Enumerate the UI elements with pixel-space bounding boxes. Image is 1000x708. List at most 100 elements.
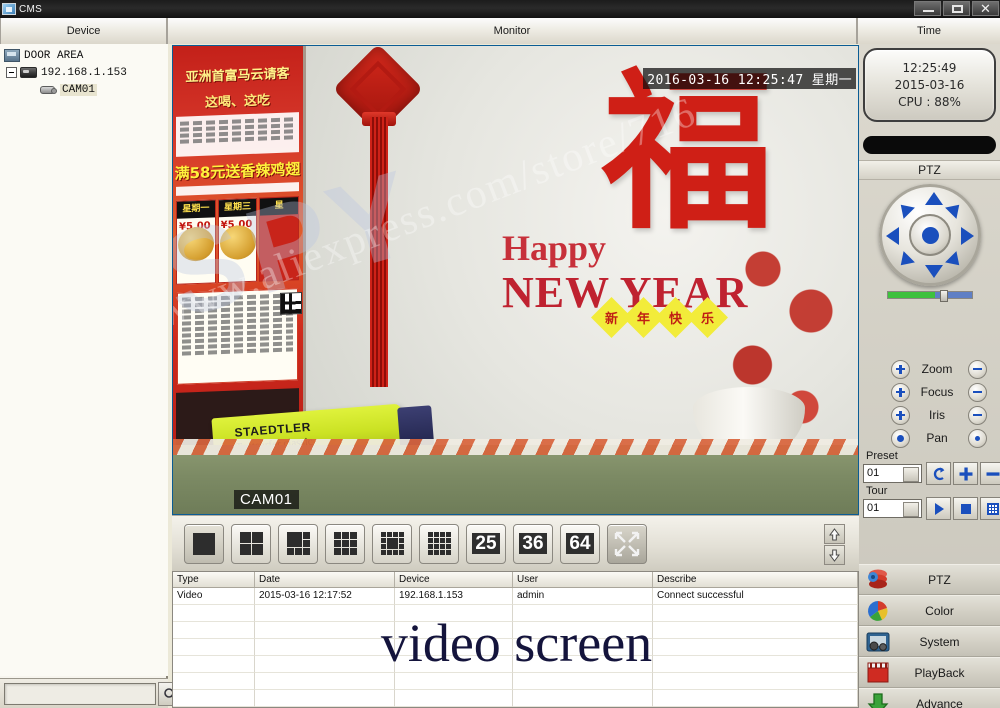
layout-button-16[interactable] bbox=[419, 523, 459, 564]
status-indicator-bar bbox=[863, 136, 996, 154]
tab-device[interactable]: Device bbox=[0, 18, 167, 44]
preset-add-button[interactable] bbox=[953, 462, 978, 485]
focus-far-button[interactable] bbox=[968, 382, 987, 402]
menu-item-playback[interactable]: PlayBack bbox=[859, 657, 1000, 688]
main-tab-strip: Device Monitor Time bbox=[0, 18, 1000, 44]
menu-item-ptz[interactable]: PTZ bbox=[859, 564, 1000, 595]
zoom-in-button[interactable] bbox=[891, 359, 910, 379]
tree-expander-icon[interactable] bbox=[6, 67, 17, 78]
ptz-speed-slider[interactable] bbox=[887, 290, 973, 302]
stop-icon bbox=[960, 503, 971, 514]
cms-application-window: CMS ✕ Device Monitor Time DOOR AREA 192.… bbox=[0, 0, 1000, 708]
clock-time: 12:25:49 bbox=[902, 60, 957, 75]
maximize-icon bbox=[952, 5, 963, 13]
tour-pattern-button[interactable] bbox=[980, 497, 1000, 520]
ptz-icon bbox=[865, 568, 891, 592]
screenshot-annotation: video screen bbox=[380, 613, 653, 673]
layout-button-13[interactable] bbox=[372, 523, 412, 564]
focus-near-button[interactable] bbox=[891, 382, 910, 402]
center-dot-icon bbox=[921, 226, 939, 244]
layout-button-1[interactable] bbox=[184, 523, 224, 564]
log-table-row[interactable]: Video 2015-03-16 12:17:52 192.168.1.153 … bbox=[173, 588, 858, 605]
event-log-table[interactable]: Type Date Device User Describe Video 201… bbox=[172, 571, 859, 708]
page-down-button[interactable] bbox=[824, 545, 845, 565]
page-up-button[interactable] bbox=[824, 524, 845, 544]
pan-start-button[interactable] bbox=[891, 428, 910, 448]
log-col-type: Type bbox=[173, 572, 255, 587]
tab-device-label: Device bbox=[66, 25, 101, 37]
tour-play-button[interactable] bbox=[926, 497, 951, 520]
ptz-up-button[interactable] bbox=[925, 192, 943, 205]
menu-item-color[interactable]: Color bbox=[859, 595, 1000, 626]
fullscreen-icon bbox=[614, 531, 640, 556]
control-panel: 12:25:49 2015-03-16 CPU : 88% PTZ Zoom F… bbox=[859, 44, 1000, 708]
device-search-input[interactable] bbox=[4, 682, 156, 705]
ptz-down-left-button[interactable] bbox=[895, 251, 915, 271]
tab-time[interactable]: Time bbox=[857, 18, 1000, 44]
ptz-center-button[interactable] bbox=[909, 214, 951, 256]
preset-goto-button[interactable] bbox=[926, 462, 951, 485]
menu-item-label: Advance bbox=[916, 696, 963, 708]
osd-channel-name: CAM01 bbox=[234, 490, 299, 509]
log-col-device: Device bbox=[395, 572, 513, 587]
zoom-out-button[interactable] bbox=[968, 359, 987, 379]
iris-open-button[interactable] bbox=[891, 405, 910, 425]
preset-value: 01 bbox=[867, 467, 880, 479]
tree-item-device[interactable]: 192.168.1.153 bbox=[2, 64, 168, 81]
clock-date: 2015-03-16 bbox=[894, 77, 965, 92]
focus-label: Focus bbox=[920, 385, 954, 399]
layout-button-36[interactable]: 36 bbox=[513, 523, 553, 564]
preset-select[interactable]: 01 bbox=[863, 464, 922, 483]
camera-icon bbox=[40, 85, 57, 94]
minus-icon bbox=[986, 471, 999, 476]
slider-handle[interactable] bbox=[940, 290, 948, 302]
log-table-header: Type Date Device User Describe bbox=[173, 572, 858, 588]
log-table-row[interactable]: ..... bbox=[173, 690, 858, 707]
iris-label: Iris bbox=[929, 408, 945, 422]
maximize-button[interactable] bbox=[943, 1, 970, 16]
ptz-up-left-button[interactable] bbox=[895, 199, 915, 219]
layout-button-fullscreen[interactable] bbox=[607, 523, 647, 564]
ptz-left-button[interactable] bbox=[886, 227, 899, 245]
log-cell-user: admin bbox=[513, 588, 653, 605]
ptz-down-button[interactable] bbox=[925, 265, 943, 278]
ptz-down-right-button[interactable] bbox=[945, 251, 965, 271]
menu-item-system[interactable]: System bbox=[859, 626, 1000, 657]
log-col-date: Date bbox=[255, 572, 395, 587]
log-cell-device: 192.168.1.153 bbox=[395, 588, 513, 605]
tour-select[interactable]: 01 bbox=[863, 499, 922, 518]
ptz-right-button[interactable] bbox=[961, 227, 974, 245]
zoom-label: Zoom bbox=[921, 362, 953, 376]
tour-stop-button[interactable] bbox=[953, 497, 978, 520]
status-clock: 12:25:49 2015-03-16 CPU : 88% bbox=[863, 48, 996, 122]
download-arrow-icon bbox=[865, 692, 891, 708]
ptz-joystick[interactable] bbox=[879, 184, 981, 286]
close-button[interactable]: ✕ bbox=[972, 1, 999, 16]
video-display-pane[interactable]: 福 Happy NEW YEAR 新 年 快 乐 亚洲首富马云请客 这喝、这吃 … bbox=[172, 45, 859, 515]
tree-item-camera[interactable]: CAM01 bbox=[2, 81, 168, 98]
layout-button-25[interactable]: 25 bbox=[466, 523, 506, 564]
ptz-up-right-button[interactable] bbox=[945, 199, 965, 219]
tree-item-door-area[interactable]: DOOR AREA bbox=[2, 47, 168, 64]
window-title: CMS bbox=[19, 3, 43, 15]
pan-stop-button[interactable] bbox=[968, 428, 987, 448]
menu-item-advance[interactable]: Advance bbox=[859, 688, 1000, 708]
device-tree[interactable]: DOOR AREA 192.168.1.153 CAM01 bbox=[0, 44, 168, 676]
layout-button-9[interactable] bbox=[325, 523, 365, 564]
grid-9-icon bbox=[333, 532, 357, 555]
layout-button-64[interactable]: 64 bbox=[560, 523, 600, 564]
layout-64-label: 64 bbox=[566, 533, 594, 554]
layout-toolbar: 25 36 64 bbox=[172, 515, 859, 571]
tab-time-label: Time bbox=[916, 25, 942, 37]
layout-button-4[interactable] bbox=[231, 523, 271, 564]
preset-remove-button[interactable] bbox=[980, 462, 1000, 485]
log-table-row[interactable]: ..... bbox=[173, 673, 858, 690]
minimize-button[interactable] bbox=[914, 1, 941, 16]
pan-label: Pan bbox=[926, 431, 948, 445]
cpu-usage: CPU : 88% bbox=[898, 94, 961, 109]
scene-greeting-chinese: 新 年 快 乐 bbox=[590, 296, 729, 339]
tree-item-label: CAM01 bbox=[60, 83, 98, 96]
iris-close-button[interactable] bbox=[968, 405, 987, 425]
layout-button-6[interactable] bbox=[278, 523, 318, 564]
tab-monitor[interactable]: Monitor bbox=[167, 18, 857, 44]
